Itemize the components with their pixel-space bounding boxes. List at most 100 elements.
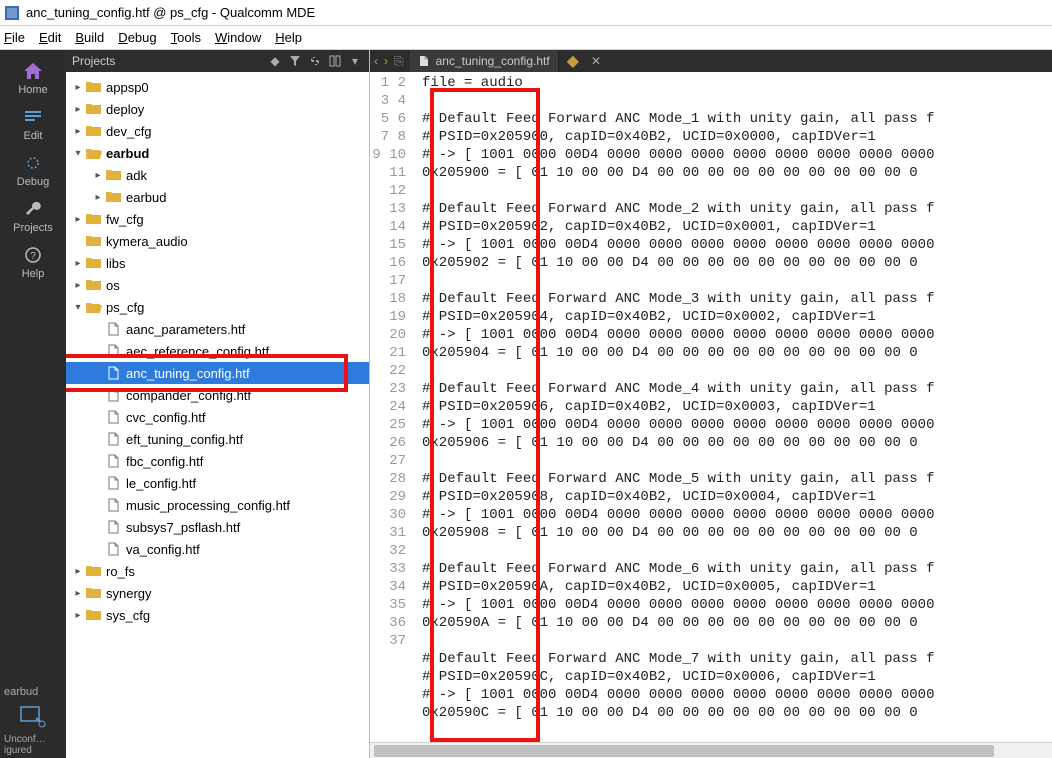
menu-window[interactable]: Window [215,30,261,45]
tree-arrow-icon[interactable]: ▸ [92,544,104,555]
tree-row[interactable]: ▸fbc_config.htf [66,450,369,472]
tree-arrow-icon[interactable]: ▸ [72,258,84,269]
tree-row[interactable]: ▸ earbud [66,186,369,208]
folder-icon [86,278,102,292]
tree-arrow-icon[interactable]: ▸ [72,126,84,137]
tree-row[interactable]: ▸ aanc_parameters.htf [66,318,369,340]
tree-row[interactable]: ▸eft_tuning_config.htf [66,428,369,450]
tree-arrow-icon[interactable]: ▸ [92,368,104,379]
activity-help[interactable]: ? Help [5,240,61,284]
menu-file[interactable]: File [4,30,25,45]
scrollbar-thumb[interactable] [374,745,994,757]
tree-row[interactable]: ▸sys_cfg [66,604,369,626]
tree-item-label: earbud [126,190,166,205]
editor-tab[interactable]: anc_tuning_config.htf [410,50,559,72]
tree-arrow-icon[interactable]: ▸ [72,588,84,599]
tree-row[interactable]: ▸ aec_reference_config.htf [66,340,369,362]
tree-row[interactable]: ▾earbud [66,142,369,164]
modified-indicator-icon: ◆ [567,51,579,71]
folder-icon [86,212,102,226]
tree-row[interactable]: ▸ deploy [66,98,369,120]
tree-arrow-icon[interactable]: ▸ [92,456,104,467]
tree-item-label: appsp0 [106,80,149,95]
tree-arrow-icon[interactable]: ▸ [72,280,84,291]
tree-arrow-icon[interactable]: ▸ [92,434,104,445]
tree-arrow-icon[interactable]: ▸ [92,170,104,181]
dropdown-icon[interactable]: ◆ [267,53,283,69]
tree-arrow-icon[interactable]: ▸ [72,236,84,247]
link-icon[interactable] [307,53,323,69]
tree-item-label: le_config.htf [126,476,196,491]
tree-item-label: compander_config.htf [126,388,251,403]
tree-arrow-icon[interactable]: ▸ [72,104,84,115]
folder-open-icon [86,146,102,160]
tree-row[interactable]: ▸va_config.htf [66,538,369,560]
wrench-icon [19,198,47,220]
editor-body[interactable]: 1 2 3 4 5 6 7 8 9 10 11 12 13 14 15 16 1… [370,72,1052,758]
tree-arrow-icon[interactable]: ▸ [92,500,104,511]
tree-row[interactable]: ▸ music_processing_config.htf [66,494,369,516]
editor-tab-label: anc_tuning_config.htf [436,54,550,68]
tree-row[interactable]: ▸ adk [66,164,369,186]
tree-arrow-icon[interactable]: ▸ [72,610,84,621]
tree-arrow-icon[interactable]: ▾ [72,148,84,159]
tree-arrow-icon[interactable]: ▸ [92,192,104,203]
tree-arrow-icon[interactable]: ▸ [72,82,84,93]
tree-item-label: music_processing_config.htf [126,498,290,513]
collapse-icon[interactable]: ▾ [347,53,363,69]
project-tree[interactable]: ▸ appsp0 ▸ deploy ▸dev_cfg▾earbud ▸ adk ▸ earbud… [66,72,369,758]
tree-row[interactable]: ▸anc_tuning_config.htf [66,362,369,384]
tree-item-label: aec_reference_config.htf [126,344,269,359]
tree-row[interactable]: ▸ subsys7_psflash.htf [66,516,369,538]
close-tab-icon[interactable]: ✕ [591,54,601,68]
pin-icon[interactable]: ⎘ [394,54,404,69]
file-icon [106,520,122,534]
tree-arrow-icon[interactable]: ▸ [92,390,104,401]
tree-item-label: aanc_parameters.htf [126,322,245,337]
tree-arrow-icon[interactable]: ▸ [92,522,104,533]
config-icon[interactable] [15,702,51,730]
activity-home[interactable]: Home [5,56,61,100]
tree-row[interactable]: ▸kymera_audio [66,230,369,252]
tree-arrow-icon[interactable]: ▸ [72,214,84,225]
tree-item-label: adk [126,168,147,183]
tree-arrow-icon[interactable]: ▸ [92,324,104,335]
tree-item-label: deploy [106,102,144,117]
menu-build[interactable]: Build [75,30,104,45]
tree-row[interactable]: ▸synergy [66,582,369,604]
menu-debug[interactable]: Debug [118,30,156,45]
tree-row[interactable]: ▸fw_cfg [66,208,369,230]
tree-arrow-icon[interactable]: ▸ [92,478,104,489]
projects-panel-header: Projects ◆ ▾ [66,50,369,72]
tree-row[interactable]: ▸ le_config.htf [66,472,369,494]
config-status: Unconf… igured [0,732,66,758]
menu-tools[interactable]: Tools [171,30,201,45]
tree-arrow-icon[interactable]: ▸ [72,566,84,577]
activity-debug[interactable]: Debug [5,148,61,192]
file-icon [106,454,122,468]
tree-arrow-icon[interactable]: ▸ [92,412,104,423]
tree-arrow-icon[interactable]: ▸ [92,346,104,357]
menu-edit[interactable]: Edit [39,30,61,45]
tree-row[interactable]: ▸cvc_config.htf [66,406,369,428]
nav-fwd-icon[interactable]: › [384,54,388,68]
nav-back-icon[interactable]: ‹ [374,54,378,68]
file-icon [106,498,122,512]
tree-row[interactable]: ▸libs [66,252,369,274]
tree-item-label: subsys7_psflash.htf [126,520,240,535]
tree-row[interactable]: ▸dev_cfg [66,120,369,142]
tree-row[interactable]: ▸ compander_config.htf [66,384,369,406]
tree-arrow-icon[interactable]: ▾ [72,302,84,313]
horizontal-scrollbar[interactable] [370,742,1052,758]
tree-row[interactable]: ▸os [66,274,369,296]
folder-icon [106,168,122,182]
menu-help[interactable]: Help [275,30,302,45]
tree-row[interactable]: ▸ro_fs [66,560,369,582]
activity-projects[interactable]: Projects [5,194,61,238]
code-content[interactable]: file = audio # Default Feed Forward ANC … [416,72,1052,758]
tree-row[interactable]: ▾ps_cfg [66,296,369,318]
filter-icon[interactable] [287,53,303,69]
split-icon[interactable] [327,53,343,69]
activity-edit[interactable]: Edit [5,102,61,146]
tree-row[interactable]: ▸ appsp0 [66,76,369,98]
